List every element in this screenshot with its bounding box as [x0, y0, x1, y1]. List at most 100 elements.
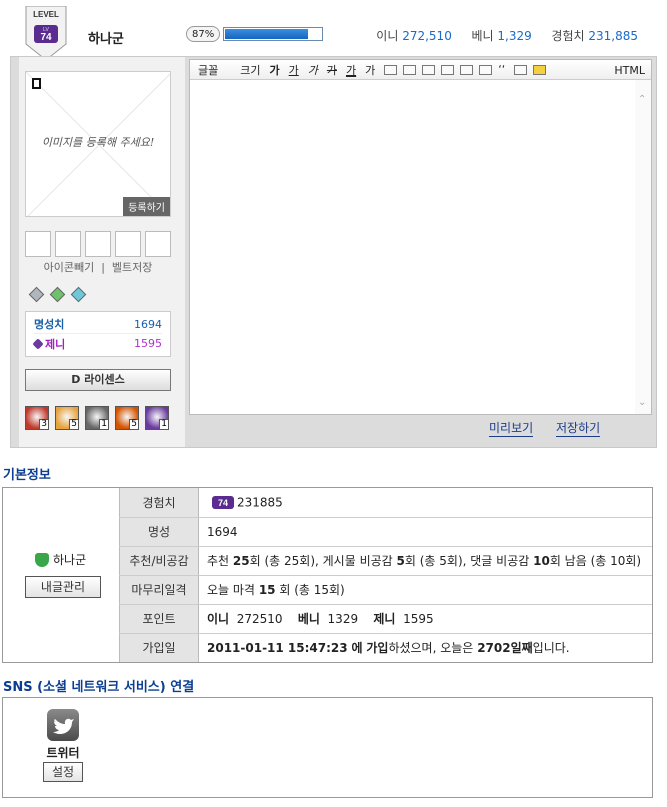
manage-posts-button[interactable]: 내글관리 — [25, 576, 101, 598]
table-row: 추천/비공감 추천 25회 (총 25회), 게시물 비공감 5회 (총 5회)… — [119, 546, 652, 576]
editor-content-area[interactable] — [190, 80, 651, 414]
level-caption: LEVEL — [33, 10, 59, 19]
ini-label: 이니 — [376, 29, 399, 43]
editor-toolbar: 글꼴 크기 가 가 가 가 가 가 ‘‘ HTML — [190, 60, 651, 80]
table-row: 명성 1694 — [119, 517, 652, 547]
slot-links-divider: | — [101, 261, 105, 274]
image-frame-icon — [32, 78, 41, 89]
item-count: 5 — [129, 419, 139, 430]
exp-row-number: 231885 — [237, 495, 283, 510]
ini-value: 272,510 — [402, 29, 452, 43]
editor-scrollbar[interactable]: ⌃ ⌄ — [635, 80, 651, 414]
scroll-down-icon[interactable]: ⌄ — [638, 397, 646, 408]
basic-info-box: 하나군 내글관리 경험치 74 231885 명성 1694 추천/비공감 추천… — [2, 487, 653, 663]
orange-flower-icon[interactable]: 5 — [115, 406, 139, 430]
join-row-value: 2011-01-11 15:47:23 에 가입하셨으며, 오늘은 2702일째… — [198, 633, 652, 662]
exp-row-label: 경험치 — [119, 488, 199, 518]
exp-bar — [223, 27, 324, 41]
exp-label: 경험치 — [551, 29, 585, 43]
basic-info-user: 하나군 내글관리 — [3, 488, 119, 662]
purple-box-icon[interactable]: 1 — [145, 406, 169, 430]
emoticon-icon[interactable] — [533, 64, 547, 75]
align-right-icon[interactable] — [422, 64, 436, 75]
icon-slot[interactable] — [115, 231, 141, 257]
preview-button[interactable]: 미리보기 — [489, 419, 534, 437]
orange-flower-icon[interactable]: 5 — [55, 406, 79, 430]
info-user-row: 하나군 — [35, 551, 86, 568]
level-mini-badge-icon: 74 — [212, 495, 234, 509]
zeny-value: 1595 — [134, 337, 162, 350]
profile-image-box[interactable]: 이미지를 등록해 주세요! 등록하기 — [25, 71, 171, 217]
item-count: 1 — [99, 419, 109, 430]
save-button[interactable]: 저장하기 — [556, 419, 601, 437]
italic-button[interactable]: 가 — [308, 62, 318, 78]
belt-save-link[interactable]: 벨트저장 — [112, 261, 152, 274]
icon-slot[interactable] — [145, 231, 171, 257]
gray-avatar-icon[interactable]: 1 — [85, 406, 109, 430]
level-mini-number: 74 — [218, 498, 228, 508]
register-image-button[interactable]: 등록하기 — [123, 197, 170, 216]
basic-info-title: 기본정보 — [3, 468, 51, 483]
align-left-icon[interactable] — [384, 64, 398, 75]
zeny-icon — [32, 337, 44, 350]
html-mode-button[interactable]: HTML — [614, 64, 645, 77]
fame-row: 명성치 1694 — [34, 315, 162, 334]
green-cube-icon — [49, 286, 66, 303]
twitter-label: 트위터 — [46, 746, 80, 760]
rec-row-value: 추천 25회 (총 25회), 게시물 비공감 5회 (총 5회), 댓글 비공… — [198, 546, 652, 576]
info-username: 하나군 — [53, 553, 87, 567]
icon-slot[interactable] — [55, 231, 81, 257]
level-badge-icon: LEVEL LV 74 — [25, 6, 67, 61]
scroll-up-icon[interactable]: ⌃ — [638, 94, 646, 105]
bold-button[interactable]: 가 — [270, 62, 280, 78]
gray-cube-icon — [28, 286, 45, 303]
fame-zeny-box: 명성치 1694 제니 1595 — [25, 311, 171, 357]
icon-slot[interactable] — [85, 231, 111, 257]
table-row: 마무리일격 오늘 마격 15 회 (총 15회) — [119, 575, 652, 605]
image-icon[interactable] — [479, 64, 493, 75]
item-slots: 3 5 1 5 1 — [25, 406, 169, 430]
fame-row-label: 명성 — [119, 517, 199, 547]
exp-percent: 87% — [186, 26, 221, 42]
size-select[interactable]: 크기 — [240, 62, 260, 78]
fame-label: 명성치 — [34, 318, 65, 331]
points-row-value: 이니 272510 베니 1329 제니 1595 — [198, 604, 652, 634]
zeny-label-wrap: 제니 — [32, 336, 66, 352]
item-count: 3 — [39, 419, 49, 430]
beni-label: 베니 — [471, 29, 494, 43]
profile-sidebar: 이미지를 등록해 주세요! 등록하기 아이콘빼기 | 벨트저장 명성치 1694 제… — [19, 57, 185, 447]
save-icon[interactable] — [514, 64, 528, 75]
username: 하나군 — [88, 32, 124, 47]
level-number: 74 — [40, 32, 52, 43]
align-center-icon[interactable] — [403, 64, 417, 75]
exp-value: 231,885 — [588, 29, 638, 43]
table-row: 포인트 이니 272510 베니 1329 제니 1595 — [119, 604, 652, 634]
quote-button[interactable]: ‘‘ — [498, 63, 505, 76]
font-select[interactable]: 글꼴 — [198, 62, 218, 78]
attack-row-label: 마무리일격 — [119, 575, 199, 605]
link-icon[interactable] — [460, 64, 474, 75]
icon-slots — [25, 231, 171, 257]
font-color-button[interactable]: 가 — [346, 62, 356, 78]
fame-value: 1694 — [134, 317, 162, 331]
zeny-label: 제니 — [45, 337, 66, 351]
red-box-icon[interactable]: 3 — [25, 406, 49, 430]
attack-row-value: 오늘 마격 15 회 (총 15회) — [198, 575, 652, 605]
icon-remove-link[interactable]: 아이콘빼기 — [44, 261, 95, 274]
exp-bar-fill — [225, 29, 309, 39]
shield-icon — [35, 552, 49, 567]
strike-button[interactable]: 가 — [327, 62, 337, 78]
currency-stats: 이니 272,510 베니 1,329 경험치 231,885 — [376, 27, 638, 44]
join-row-label: 가입일 — [119, 633, 199, 662]
underline-button[interactable]: 가 — [289, 62, 299, 78]
points-row-label: 포인트 — [119, 604, 199, 634]
license-button[interactable]: D 라이센스 — [25, 369, 171, 391]
basic-info-table: 경험치 74 231885 명성 1694 추천/비공감 추천 25회 (총 2… — [119, 488, 652, 662]
twitter-settings-button[interactable]: 설정 — [43, 762, 83, 782]
exp-row-value: 74 231885 — [198, 488, 652, 518]
cube-icons — [28, 286, 87, 303]
bg-color-button[interactable]: 가 — [365, 62, 375, 78]
align-justify-icon[interactable] — [441, 64, 455, 75]
icon-slot[interactable] — [25, 231, 51, 257]
sns-box: 트위터 설정 — [2, 697, 653, 798]
